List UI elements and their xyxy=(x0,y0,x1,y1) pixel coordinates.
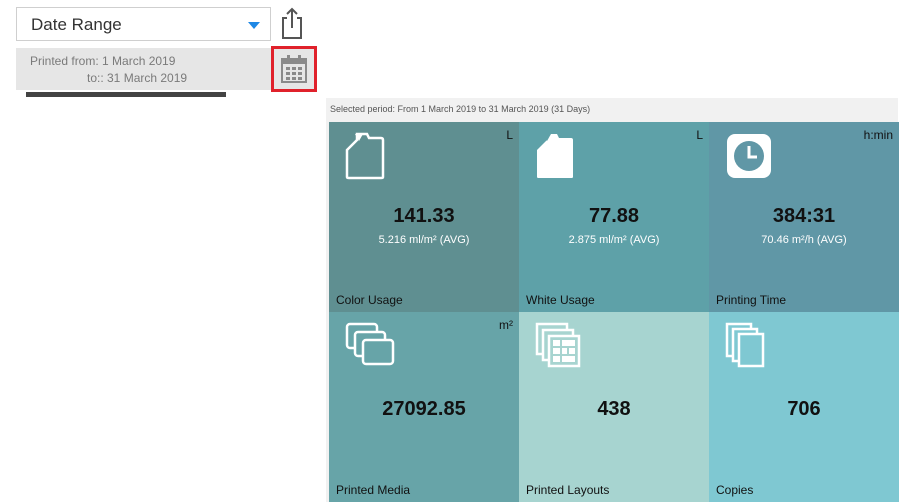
tile-title: Printed Layouts xyxy=(526,483,610,497)
tile-value: 27092.85 xyxy=(382,398,466,420)
tile-unit: L xyxy=(506,128,513,142)
clipped-text-fragment xyxy=(26,92,226,97)
calendar-button[interactable] xyxy=(271,46,317,92)
share-export-icon xyxy=(282,7,302,39)
clock-icon xyxy=(727,134,771,178)
tile-value: 706 xyxy=(787,398,821,420)
printed-range-display: Printed from: 1 March 2019 to:: 31 March… xyxy=(16,48,271,90)
tile-white-usage[interactable]: L 77.88 2.875 ml/m² (AVG) White Usage xyxy=(519,122,709,312)
tile-unit: h:min xyxy=(863,128,893,142)
ink-bottle-icon xyxy=(345,132,385,180)
tile-copies[interactable]: 706 Copies xyxy=(709,312,899,502)
tile-title: Color Usage xyxy=(336,293,403,307)
tile-title: Copies xyxy=(716,483,754,497)
tile-average: 5.216 ml/m² (AVG) xyxy=(378,234,470,246)
tile-title: Printing Time xyxy=(716,293,787,307)
tile-unit: L xyxy=(696,128,703,142)
ink-bottle-filled-icon xyxy=(537,134,573,178)
statistics-dashboard: Selected period: From 1 March 2019 to 31… xyxy=(326,98,899,502)
tile-color-usage[interactable]: L 141.33 5.216 ml/m² (AVG) Color Usage xyxy=(329,122,519,312)
date-range-dropdown[interactable]: Date Range xyxy=(16,7,271,41)
printed-from-text: Printed from: 1 March 2019 xyxy=(30,54,176,68)
stat-tiles-grid: L 141.33 5.216 ml/m² (AVG) Color Usage L… xyxy=(329,122,899,502)
tile-printing-time[interactable]: h:min 384:31 70.46 m²/h (AVG) Printing T… xyxy=(709,122,899,312)
copies-stack-icon xyxy=(725,322,765,368)
tile-title: Printed Media xyxy=(336,483,411,497)
tile-value: 438 xyxy=(597,398,631,420)
tile-unit: m² xyxy=(499,318,513,332)
tile-title: White Usage xyxy=(526,293,595,307)
tile-average: 2.875 ml/m² (AVG) xyxy=(568,234,660,246)
selected-period-text: Selected period: From 1 March 2019 to 31… xyxy=(330,104,591,114)
tile-value: 384:31 xyxy=(772,205,836,227)
export-button[interactable] xyxy=(279,6,305,40)
tile-printed-layouts[interactable]: 438 Printed Layouts xyxy=(519,312,709,502)
tile-value: 141.33 xyxy=(393,205,455,227)
tile-value: 77.88 xyxy=(588,205,640,227)
tile-average: 70.46 m²/h (AVG) xyxy=(761,234,847,246)
tile-printed-media[interactable]: m² 27092.85 Printed Media xyxy=(329,312,519,502)
date-range-label: Date Range xyxy=(31,15,122,34)
calendar-icon xyxy=(281,55,307,83)
media-stack-icon xyxy=(345,322,395,366)
chevron-down-icon xyxy=(248,22,260,29)
layouts-stack-icon xyxy=(535,322,581,368)
printed-to-text: to:: 31 March 2019 xyxy=(87,71,188,85)
